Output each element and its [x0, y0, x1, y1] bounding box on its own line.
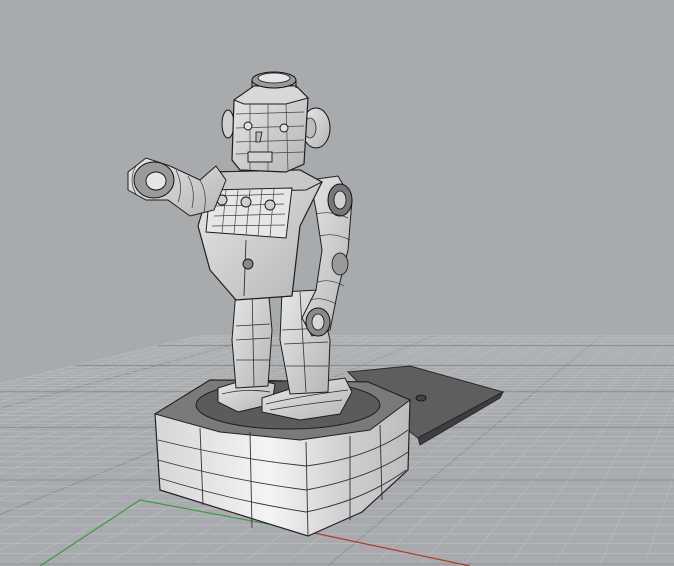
x-axis-line	[299, 529, 471, 566]
robot-left-arm[interactable]	[127, 157, 227, 217]
3d-viewport[interactable]	[0, 0, 674, 566]
y-axis-line-ext	[39, 499, 141, 566]
robot-head[interactable]	[231, 71, 309, 173]
